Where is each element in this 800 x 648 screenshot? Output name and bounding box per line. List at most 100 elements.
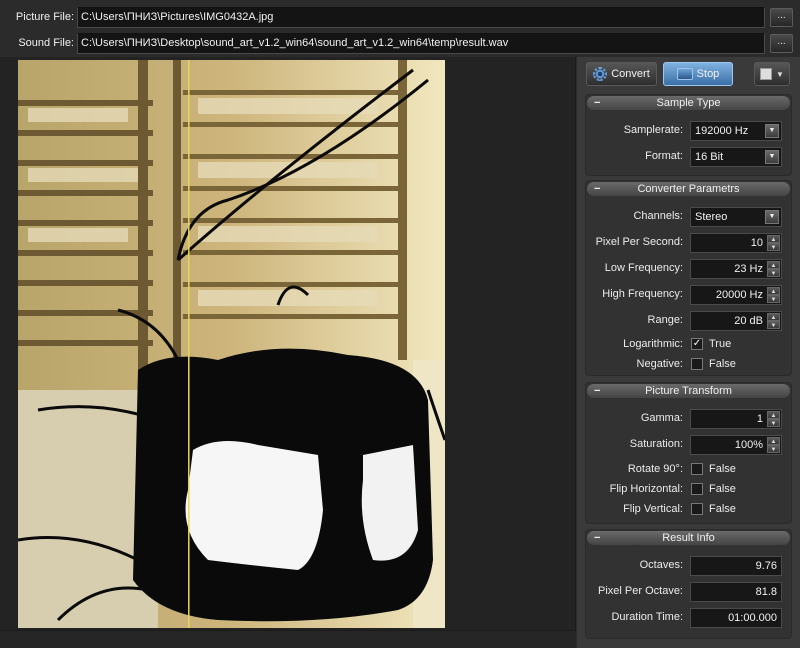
octaves-row: Octaves: 9.76 (586, 556, 791, 576)
samplerate-select[interactable]: 192000 Hz ▼ (690, 121, 782, 141)
chevron-down-icon: ▼ (765, 150, 779, 164)
sound-file-input[interactable]: C:\Users\ПНИЗ\Desktop\sound_art_v1.2_win… (77, 33, 765, 54)
picture-transform-header[interactable]: − Picture Transform (587, 384, 790, 398)
sample-type-header[interactable]: − Sample Type (587, 96, 790, 110)
rotate-value: False (709, 463, 736, 475)
converter-params-title: Converter Parametrs (637, 183, 740, 195)
gamma-row: Gamma: 1 ▲ ▼ (586, 409, 791, 429)
convert-label: Convert (611, 68, 650, 80)
picture-browse-button[interactable]: ... (770, 8, 793, 27)
saturation-input[interactable]: 100% ▲ ▼ (690, 435, 782, 455)
channels-select[interactable]: Stereo ▼ (690, 207, 782, 227)
flip-vertical-value: False (709, 503, 736, 515)
chevron-down-icon: ▼ (765, 210, 779, 224)
rotate-row: Rotate 90°: False (586, 460, 791, 480)
flip-vertical-row: Flip Vertical: False (586, 500, 791, 520)
converter-params-header[interactable]: − Converter Parametrs (587, 182, 790, 196)
spin-buttons[interactable]: ▲ ▼ (767, 287, 780, 303)
saturation-row: Saturation: 100% ▲ ▼ (586, 435, 791, 455)
duration-label: Duration Time: (611, 611, 683, 623)
spin-buttons[interactable]: ▲ ▼ (767, 437, 780, 453)
logarithmic-label: Logarithmic: (623, 338, 683, 350)
samplerate-value: 192000 Hz (695, 125, 749, 137)
picture-image (18, 60, 445, 628)
range-row: Range: 20 dB ▲ ▼ (586, 311, 791, 331)
channels-row: Channels: Stereo ▼ (586, 207, 791, 227)
spin-down-icon[interactable]: ▼ (767, 243, 780, 251)
spin-buttons[interactable]: ▲ ▼ (767, 261, 780, 277)
gamma-input[interactable]: 1 ▲ ▼ (690, 409, 782, 429)
samplerate-row: Samplerate: 192000 Hz ▼ (586, 121, 791, 141)
range-label: Range: (647, 314, 683, 326)
stop-label: Stop (696, 68, 720, 80)
spin-down-icon[interactable]: ▼ (767, 321, 780, 329)
sound-browse-button[interactable]: ... (770, 34, 793, 53)
octaves-field: 9.76 (690, 556, 782, 576)
spin-buttons[interactable]: ▲ ▼ (767, 313, 780, 329)
flip-horizontal-label: Flip Horizontal: (609, 483, 683, 495)
spin-down-icon[interactable]: ▼ (767, 445, 780, 453)
format-row: Format: 16 Bit ▼ (586, 147, 791, 167)
flip-horizontal-row: Flip Horizontal: False (586, 480, 791, 500)
spin-up-icon[interactable]: ▲ (767, 287, 780, 295)
sound-file-row: Sound File: C:\Users\ПНИЗ\Desktop\sound_… (0, 31, 800, 57)
picture-file-label: Picture File: (15, 11, 74, 23)
spin-down-icon[interactable]: ▼ (767, 295, 780, 303)
high-frequency-input[interactable]: 20000 Hz ▲ ▼ (690, 285, 782, 305)
negative-checkbox[interactable] (691, 358, 703, 370)
pixel-per-octave-label: Pixel Per Octave: (598, 585, 683, 597)
negative-label: Negative: (636, 358, 683, 370)
range-input[interactable]: 20 dB ▲ ▼ (690, 311, 782, 331)
convert-button[interactable]: Convert (586, 62, 657, 86)
rotate-checkbox[interactable] (691, 463, 703, 475)
spin-down-icon[interactable]: ▼ (767, 419, 780, 427)
spin-up-icon[interactable]: ▲ (767, 313, 780, 321)
pixel-per-octave-row: Pixel Per Octave: 81.8 (586, 582, 791, 602)
layout-icon (760, 68, 773, 80)
picture-file-input[interactable]: C:\Users\ПНИЗ\Pictures\IMG0432A.jpg (77, 7, 765, 28)
picture-preview (18, 60, 445, 628)
stop-icon (676, 68, 693, 80)
negative-row: Negative: False (586, 355, 791, 375)
stop-button[interactable]: Stop (663, 62, 733, 86)
saturation-label: Saturation: (629, 438, 683, 450)
spin-buttons[interactable]: ▲ ▼ (767, 411, 780, 427)
high-frequency-label: High Frequency: (602, 288, 683, 300)
picture-transform-group: − Picture Transform Gamma: 1 ▲ ▼ Saturat… (585, 382, 792, 524)
duration-field: 01:00.000 (690, 608, 782, 628)
format-select[interactable]: 16 Bit ▼ (690, 147, 782, 167)
spin-up-icon[interactable]: ▲ (767, 411, 780, 419)
pixel-per-second-value: 10 (750, 237, 763, 249)
sound-file-label: Sound File: (18, 37, 74, 49)
high-frequency-row: High Frequency: 20000 Hz ▲ ▼ (586, 285, 791, 305)
pixel-per-second-row: Pixel Per Second: 10 ▲ ▼ (586, 233, 791, 253)
spin-up-icon[interactable]: ▲ (767, 437, 780, 445)
collapse-icon: − (594, 183, 601, 195)
spin-buttons[interactable]: ▲ ▼ (767, 235, 780, 251)
collapse-icon: − (594, 97, 601, 109)
flip-vertical-checkbox[interactable] (691, 503, 703, 515)
spin-up-icon[interactable]: ▲ (767, 261, 780, 269)
channels-label: Channels: (633, 210, 683, 222)
low-frequency-label: Low Frequency: (604, 262, 683, 274)
spin-down-icon[interactable]: ▼ (767, 269, 780, 277)
octaves-label: Octaves: (639, 559, 683, 571)
result-info-header[interactable]: − Result Info (587, 531, 790, 545)
spin-up-icon[interactable]: ▲ (767, 235, 780, 243)
chevron-down-icon: ▼ (765, 124, 779, 138)
view-menu-button[interactable]: ▼ (754, 62, 790, 86)
pixel-per-second-input[interactable]: 10 ▲ ▼ (690, 233, 782, 253)
horizontal-scrollbar[interactable] (0, 630, 576, 648)
format-value: 16 Bit (695, 151, 724, 163)
collapse-icon: − (594, 385, 601, 397)
logarithmic-checkbox[interactable]: ✓ (691, 338, 703, 350)
channels-value: Stereo (695, 211, 728, 223)
range-value: 20 dB (734, 315, 763, 327)
flip-horizontal-checkbox[interactable] (691, 483, 703, 495)
sample-type-title: Sample Type (656, 97, 721, 109)
pixel-per-octave-field: 81.8 (690, 582, 782, 602)
collapse-icon: − (594, 532, 601, 544)
pixel-per-second-label: Pixel Per Second: (595, 236, 683, 248)
low-frequency-input[interactable]: 23 Hz ▲ ▼ (690, 259, 782, 279)
flip-horizontal-value: False (709, 483, 736, 495)
